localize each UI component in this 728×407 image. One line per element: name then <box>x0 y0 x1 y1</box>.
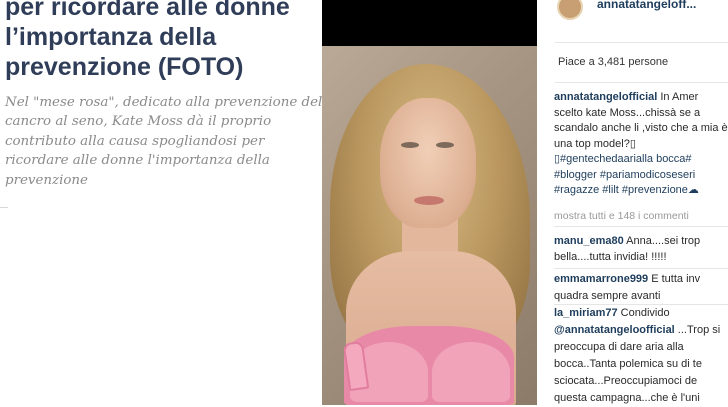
bra-cup-right <box>432 342 510 402</box>
hashtag-line[interactable]: ▯#gentechedaarialla bocca# <box>554 153 692 165</box>
face-shape <box>380 98 476 228</box>
article-excerpt: Nel "mese rosa", dedicato alla prevenzio… <box>5 95 323 188</box>
photo-image <box>322 46 537 405</box>
comment-author-link[interactable]: manu_ema80 <box>554 235 624 247</box>
post-caption: annatatangelofficial In Amer scelto kate… <box>554 90 728 199</box>
mention-link[interactable]: @annatatangeloofficial <box>554 324 675 336</box>
comment-text: Condivido <box>617 307 670 319</box>
divider <box>555 82 728 83</box>
comment: emmamarrone999 E tutta inv quadra sempre… <box>554 271 728 305</box>
divider <box>0 207 8 208</box>
instagram-sidebar: annatatangeloff... Piace a 3,481 persone… <box>537 0 728 405</box>
eye-left <box>401 142 419 148</box>
post-header: annatatangeloff... <box>537 0 728 42</box>
lips <box>414 196 444 205</box>
avatar[interactable] <box>557 0 583 20</box>
photo-top-bar <box>322 0 537 46</box>
article-title[interactable]: per ricordare alle donne l’importanza de… <box>5 0 320 82</box>
hashtag-line[interactable]: #blogger #pariamodicoseseri <box>554 169 695 181</box>
divider <box>554 226 728 227</box>
comment: manu_ema80 Anna....sei trop bella....tut… <box>554 233 728 265</box>
eye-right <box>436 142 454 148</box>
comment: la_miriam77 Condivido @annatatangelooffi… <box>554 305 728 407</box>
cloud-icon: ☁ <box>687 184 699 196</box>
comment-text: ...Trop si preoccupa di dare aria alla b… <box>554 324 721 404</box>
divider <box>555 42 728 43</box>
hashtag-line[interactable]: #ragazze #lilt #prevenzione <box>554 184 688 196</box>
show-all-comments-link[interactable]: mostra tutti e 148 i commenti <box>554 210 689 222</box>
comment-author-link[interactable]: la_miriam77 <box>554 307 618 319</box>
caption-author-link[interactable]: annatatangelofficial <box>554 91 657 103</box>
divider <box>554 268 728 269</box>
instagram-photo[interactable] <box>322 0 537 405</box>
likes-count[interactable]: Piace a 3,481 persone <box>558 56 668 68</box>
username-link[interactable]: annatatangeloff... <box>597 0 696 11</box>
comment-author-link[interactable]: emmamarrone999 <box>554 273 648 285</box>
article-panel: per ricordare alle donne l’importanza de… <box>0 0 322 405</box>
